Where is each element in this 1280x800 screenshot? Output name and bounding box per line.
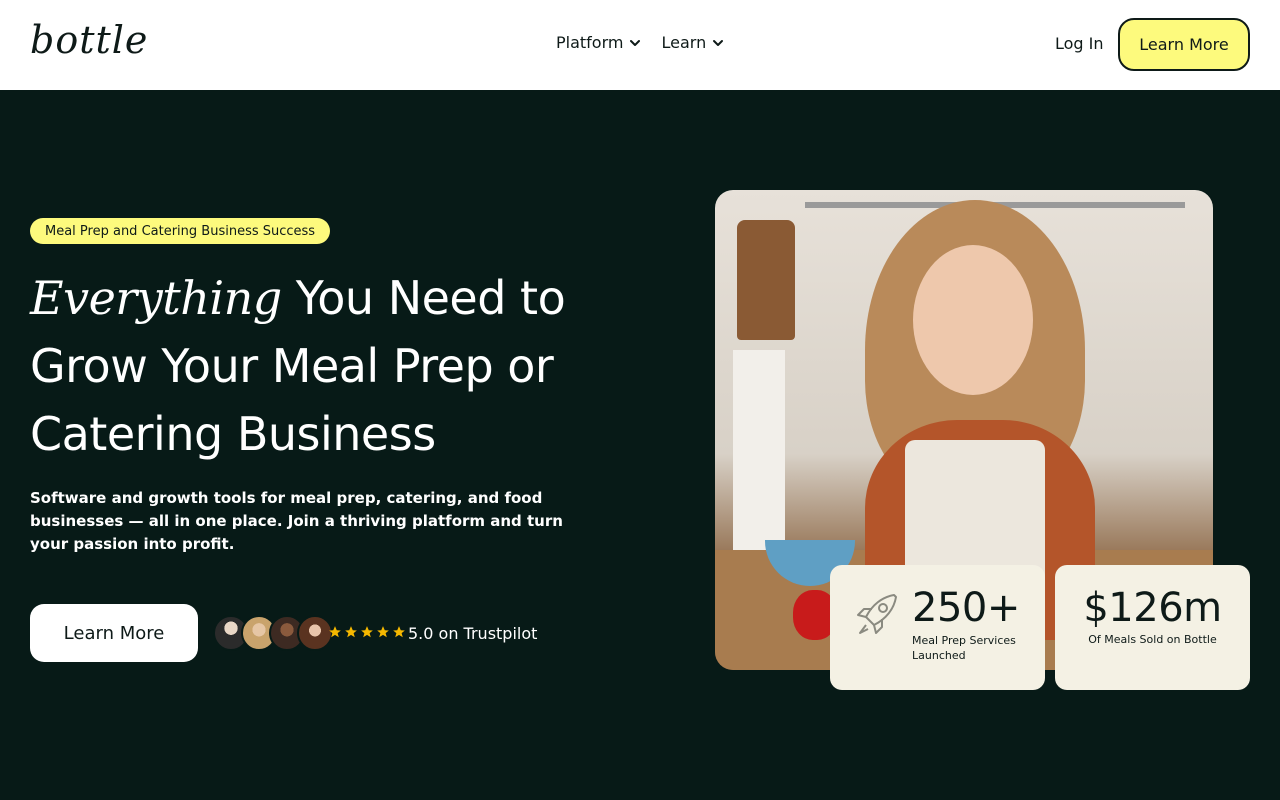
- nav-item-label: Learn: [661, 33, 707, 52]
- headline-emphasis: Everything: [30, 271, 282, 325]
- stat-card-services: 250+ Meal Prep Services Launched: [830, 565, 1045, 690]
- nav-item-platform[interactable]: Platform: [556, 33, 641, 52]
- hero-subtitle: Software and growth tools for meal prep,…: [30, 489, 563, 553]
- hero-badge: Meal Prep and Catering Business Success: [30, 218, 331, 244]
- login-link[interactable]: Log In: [1055, 34, 1104, 53]
- star-icon: [377, 626, 389, 638]
- hero-learn-more-button[interactable]: Learn More: [30, 604, 198, 662]
- main-nav: Platform Learn: [556, 33, 724, 52]
- stat-label: Meal Prep Services Launched: [912, 634, 1016, 662]
- nav-item-learn[interactable]: Learn: [661, 33, 724, 52]
- star-icon: [345, 626, 357, 638]
- chevron-down-icon: [713, 39, 724, 46]
- rocket-icon: [857, 594, 897, 634]
- star-icon: [393, 626, 405, 638]
- stat-value: $126m: [1083, 585, 1222, 631]
- site-header: bottle Platform Learn Log In Learn More: [0, 0, 1280, 90]
- header-learn-more-button[interactable]: Learn More: [1118, 18, 1250, 71]
- nav-item-label: Platform: [556, 33, 624, 52]
- trustpilot-rating[interactable]: 5.0 on Trustpilot: [408, 624, 537, 643]
- stat-label: Of Meals Sold on Bottle: [1088, 633, 1217, 646]
- rating-stars: [328, 625, 406, 639]
- chevron-down-icon: [630, 39, 641, 46]
- logo[interactable]: bottle: [30, 18, 148, 62]
- hero-headline: Everything You Need to Grow Your Meal Pr…: [30, 264, 630, 468]
- stat-value: 250+: [912, 585, 1020, 631]
- customer-avatars: [213, 615, 333, 651]
- star-icon: [361, 626, 373, 638]
- star-icon: [329, 626, 341, 638]
- stat-card-meals-sold: $126m Of Meals Sold on Bottle: [1055, 565, 1250, 690]
